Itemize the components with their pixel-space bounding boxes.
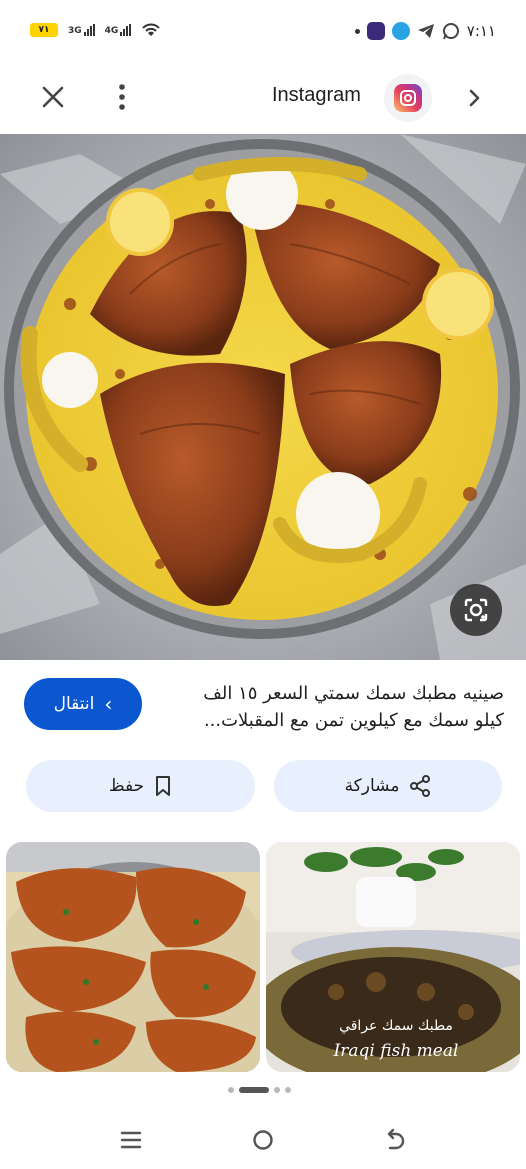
google-lens-button[interactable]: [450, 584, 502, 636]
chevron-right-icon[interactable]: [462, 86, 486, 110]
signal-3g-label: 3G: [68, 26, 82, 36]
save-button[interactable]: حفظ: [26, 760, 255, 812]
related-overlay-english: Iraqi fish meal: [333, 1041, 459, 1061]
home-icon[interactable]: [250, 1128, 276, 1152]
signal-bars-icon: [83, 24, 95, 36]
wifi-icon: [142, 23, 161, 36]
app-notification-icon: [366, 22, 385, 40]
instagram-icon: [394, 84, 422, 112]
battery-indicator: ٧١: [30, 23, 58, 37]
fish-tray-photo: [0, 134, 526, 660]
visit-button-label: انتقال: [53, 694, 95, 714]
visit-button[interactable]: انتقال ‹: [24, 678, 142, 730]
clock: ٧:١١: [466, 22, 496, 40]
pager-dot: [228, 1087, 234, 1093]
signal-4g-label: 4G: [104, 26, 119, 36]
signal-4g: 4G: [105, 24, 132, 36]
google-lens-icon: [464, 598, 488, 622]
signal-3g: 3G: [68, 24, 95, 36]
system-nav-bar: [0, 1110, 526, 1169]
status-left: ٧١ 3G 4G: [30, 22, 161, 38]
result-caption: صينيه مطبك سمك سمتي السعر ١٥ الف كيلو سم…: [203, 683, 504, 731]
related-image-1[interactable]: [6, 842, 260, 1072]
share-icon: [410, 775, 431, 797]
related-image-2[interactable]: مطبك سمك عراقي Iraqi fish meal: [266, 842, 520, 1072]
source-title[interactable]: Instagram: [272, 84, 361, 107]
save-label: حفظ: [108, 776, 145, 796]
more-vert-icon[interactable]: [112, 82, 132, 112]
notification-dot: [354, 28, 360, 34]
pager-dots: [228, 1087, 291, 1093]
iraqi-fish-meal-photo: مطبك سمك عراقي Iraqi fish meal: [266, 842, 520, 1072]
pager-dot: [285, 1087, 291, 1093]
recent-apps-icon[interactable]: [118, 1128, 144, 1152]
related-overlay-arabic: مطبك سمك عراقي: [339, 1018, 453, 1034]
result-image[interactable]: [0, 134, 526, 660]
share-button[interactable]: مشاركة: [274, 760, 502, 812]
status-right: ٧:١١: [354, 22, 496, 40]
pager-dot: [274, 1087, 280, 1093]
share-label: مشاركة: [344, 776, 400, 796]
messenger-icon: [391, 22, 410, 40]
close-icon[interactable]: [40, 84, 66, 110]
source-favicon[interactable]: [384, 74, 432, 122]
bookmark-icon: [156, 776, 171, 796]
top-bar: Instagram: [0, 66, 526, 130]
fried-fish-photo: [6, 842, 260, 1072]
back-icon[interactable]: [382, 1128, 408, 1152]
chevron-left-icon: ‹: [104, 692, 113, 716]
status-bar: ٧١ 3G 4G ٧:١١: [0, 0, 526, 66]
telegram-icon: [417, 24, 434, 38]
pager-dot-active: [239, 1087, 269, 1093]
whatsapp-icon: [442, 23, 459, 40]
signal-bars-icon: [120, 24, 132, 36]
